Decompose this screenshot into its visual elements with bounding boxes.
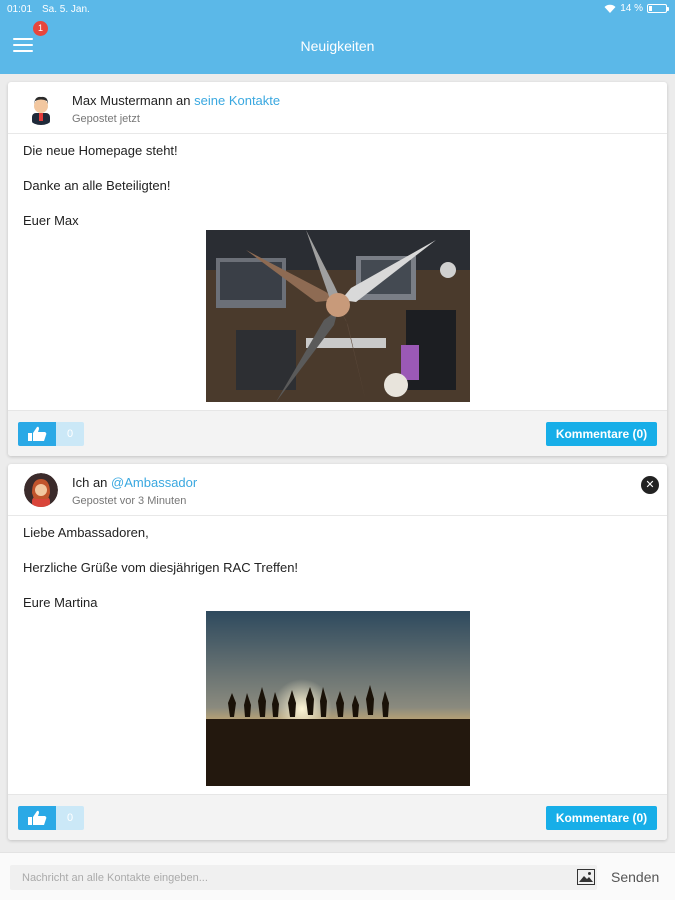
post-timestamp: Gepostet vor 3 Minuten — [72, 495, 187, 507]
like-count: 0 — [56, 422, 84, 446]
avatar[interactable] — [24, 91, 58, 125]
post-text-line: Herzliche Grüße vom diesjährigen RAC Tre… — [23, 560, 299, 575]
post-footer: 0 Kommentare (0) — [8, 410, 667, 456]
notification-badge: 1 — [33, 21, 48, 36]
post-author-line: Ich an @Ambassador — [72, 475, 197, 490]
comments-button[interactable]: Kommentare (0) — [546, 806, 657, 830]
post-audience-link[interactable]: seine Kontakte — [194, 93, 280, 108]
message-input[interactable] — [10, 865, 597, 890]
post-author-line: Max Mustermann an seine Kontakte — [72, 93, 280, 108]
like-count: 0 — [56, 806, 84, 830]
post-header: Ich an @Ambassador Gepostet vor 3 Minute… — [8, 464, 667, 516]
close-icon[interactable]: ✕ — [641, 476, 659, 494]
page-title: Neuigkeiten — [300, 38, 375, 54]
image-icon[interactable] — [577, 869, 595, 885]
app-header: 01:01 Sa. 5. Jan. 14 % 1 Neuigkeiten — [0, 0, 675, 74]
post-text-line: Die neue Homepage steht! — [23, 143, 178, 158]
avatar[interactable] — [24, 473, 58, 507]
battery-icon — [647, 4, 669, 13]
send-button[interactable]: Senden — [611, 869, 659, 885]
post-card: Ich an @Ambassador Gepostet vor 3 Minute… — [8, 464, 667, 840]
post-text-line: Eure Martina — [23, 595, 98, 610]
post-body: Liebe Ambassadoren, Herzliche Grüße vom … — [8, 516, 667, 611]
wifi-icon — [604, 4, 616, 13]
team-fist-bump-photo[interactable] — [206, 230, 470, 402]
status-time: 01:01 — [7, 4, 33, 15]
status-date: Sa. 5. Jan. — [42, 4, 90, 15]
like-button[interactable] — [18, 806, 56, 830]
battery-percent: 14 % — [620, 3, 643, 14]
post-text-line: Liebe Ambassadoren, — [23, 525, 149, 540]
status-bar: 01:01 Sa. 5. Jan. 14 % — [0, 0, 675, 18]
post-text-line: Danke an alle Beteiligten! — [23, 178, 171, 193]
post-header: Max Mustermann an seine Kontakte Geposte… — [8, 82, 667, 134]
post-audience-link[interactable]: @Ambassador — [111, 475, 197, 490]
thumbs-up-icon — [28, 810, 47, 825]
sunset-jumping-people-photo[interactable] — [206, 611, 470, 786]
post-author: Ich an — [72, 475, 108, 490]
post-text-line: Euer Max — [23, 213, 79, 228]
post-footer: 0 Kommentare (0) — [8, 794, 667, 840]
post-body: Die neue Homepage steht! Danke an alle B… — [8, 134, 667, 229]
like-button[interactable] — [18, 422, 56, 446]
thumbs-up-icon — [28, 426, 47, 441]
post-author: Max Mustermann an — [72, 93, 191, 108]
post-card: Max Mustermann an seine Kontakte Geposte… — [8, 82, 667, 456]
message-composer: Senden — [0, 852, 675, 900]
comments-button[interactable]: Kommentare (0) — [546, 422, 657, 446]
post-timestamp: Gepostet jetzt — [72, 113, 140, 125]
status-right: 14 % — [604, 3, 669, 14]
